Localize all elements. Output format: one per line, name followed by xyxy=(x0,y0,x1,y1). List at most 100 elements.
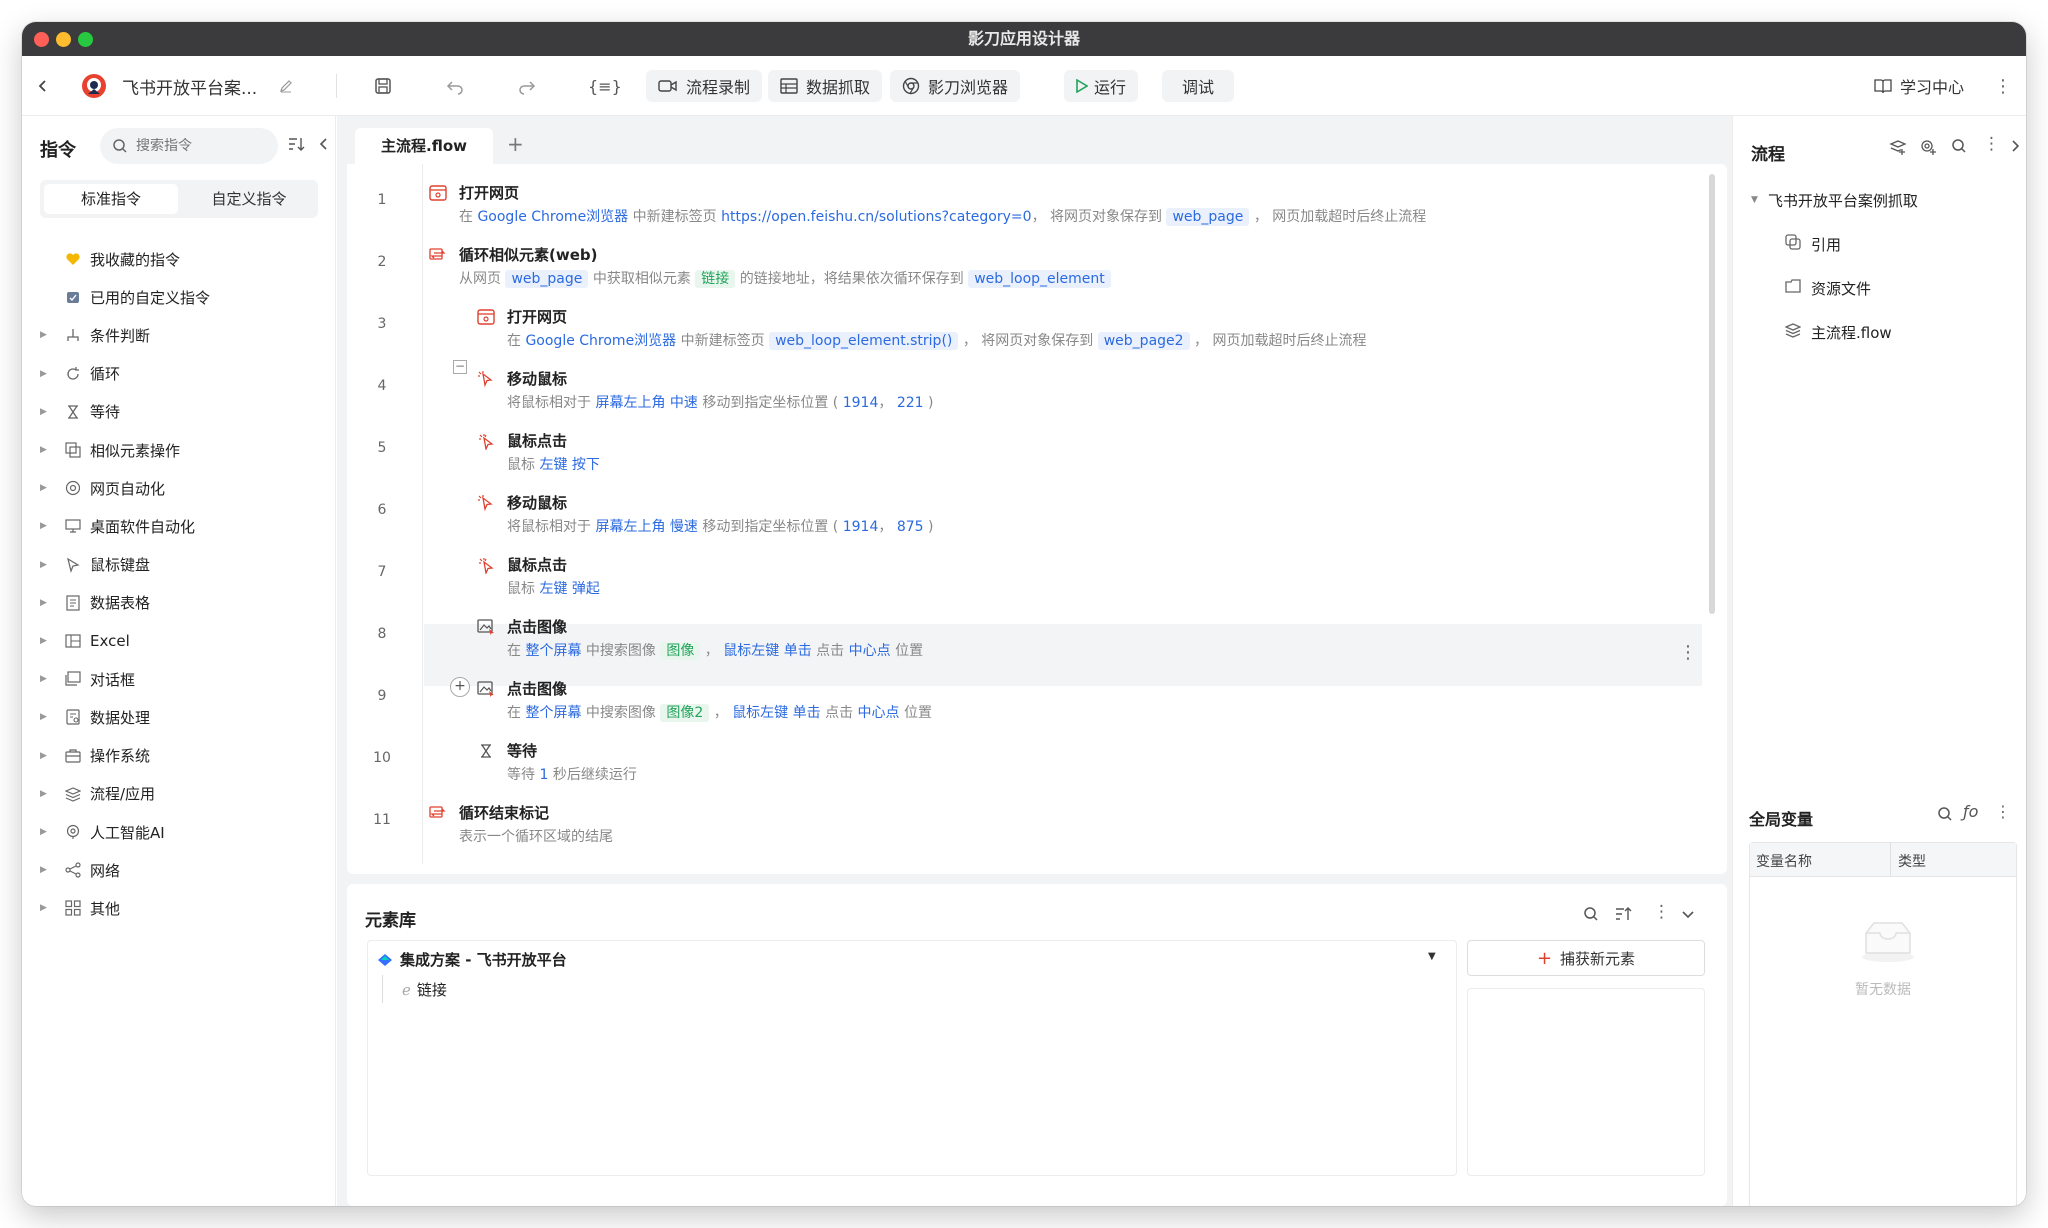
sidebar-item[interactable]: ▶ 数据处理 xyxy=(22,698,336,736)
code-view-button[interactable]: {≡} xyxy=(588,70,622,102)
capture-element-button[interactable]: + 捕获新元素 xyxy=(1467,940,1705,976)
expand-arrow-icon[interactable]: ▶ xyxy=(40,789,47,799)
add-resource-button[interactable] xyxy=(1919,138,1937,160)
flow-step[interactable]: 7 鼠标点击 鼠标 左键 弹起 xyxy=(347,544,1713,606)
sidebar-item[interactable]: ▶ 循环 xyxy=(22,355,336,393)
expand-arrow-icon[interactable]: ▶ xyxy=(40,674,47,684)
flow-step[interactable]: 6 移动鼠标 将鼠标相对于 屏幕左上角 慢速 移动到指定坐标位置 ( 1914， 8… xyxy=(347,482,1713,544)
element-sort-button[interactable] xyxy=(1615,906,1633,926)
expand-arrow-icon[interactable]: ▶ xyxy=(40,903,47,913)
flow-tree-item-resources[interactable]: 资源文件 xyxy=(1785,272,1871,304)
sidebar-item[interactable]: ▶ 对话框 xyxy=(22,660,336,698)
element-item-link[interactable]: ℯ 链接 xyxy=(402,979,447,1000)
desc-text: ， xyxy=(878,519,897,535)
sidebar-item[interactable]: ▶ 人工智能AI xyxy=(22,813,336,851)
flow-step[interactable]: 1 打开网页在 Google Chrome浏览器 中新建标签页 https://o… xyxy=(347,172,1713,234)
vars-search-button[interactable] xyxy=(1937,806,1953,826)
flow-step[interactable]: 4 移动鼠标 将鼠标相对于 屏幕左上角 中速 移动到指定坐标位置 ( 1914， 2… xyxy=(347,358,1713,420)
flow-tree-item-reference[interactable]: 引用 xyxy=(1785,228,1841,260)
sidebar-item[interactable]: ▶ 操作系统 xyxy=(22,737,336,775)
command-search[interactable] xyxy=(100,128,278,164)
sidebar-item[interactable]: ▶ 其他 xyxy=(22,889,336,927)
sidebar-item[interactable]: ▶ Excel xyxy=(22,622,336,660)
sidebar-item[interactable]: ▶ 数据表格 xyxy=(22,584,336,622)
expand-arrow-icon[interactable]: ▶ xyxy=(40,330,47,340)
learning-center-button[interactable]: 学习中心 xyxy=(1874,70,1964,102)
sidebar-item[interactable]: 我收藏的指令 xyxy=(22,240,336,278)
sidebar-item[interactable]: ▶ 网络 xyxy=(22,851,336,889)
param-keyword: 单击 xyxy=(792,705,821,721)
sidebar-item[interactable]: ▶ 条件判断 xyxy=(22,316,336,354)
browser-label: 影刀浏览器 xyxy=(928,78,1009,97)
flow-step[interactable]: 5 鼠标点击 鼠标 左键 按下 xyxy=(347,420,1713,482)
expand-arrow-icon[interactable]: ▶ xyxy=(40,560,47,570)
sidebar-item[interactable]: ▶ 桌面软件自动化 xyxy=(22,507,336,545)
expand-arrow-icon[interactable]: ▶ xyxy=(40,598,47,608)
expand-arrow-icon[interactable]: ▶ xyxy=(40,445,47,455)
record-button[interactable]: 流程录制 xyxy=(646,70,763,102)
add-variable-button[interactable]: ƒo xyxy=(1963,802,1978,821)
collapse-panel-button[interactable] xyxy=(1681,906,1695,925)
flow-step[interactable]: 2 循环相似元素(web) 从网页 web_page 中获取相似元素 链接 的链接地… xyxy=(347,234,1713,296)
sidebar-item-label: Excel xyxy=(90,632,130,650)
app-window: 影刀应用设计器 飞书开放平台案... {≡} 流程录制 数据抓取 影刀浏览器 运… xyxy=(22,22,2026,1206)
flow-more-button[interactable]: ⋮ xyxy=(1983,134,2000,154)
sidebar-item[interactable]: ▶ 流程/应用 xyxy=(22,775,336,813)
expand-arrow-icon[interactable]: ▶ xyxy=(40,712,47,722)
tab-standard-commands[interactable]: 标准指令 xyxy=(44,184,178,214)
sidebar-item[interactable]: ▶ 相似元素操作 xyxy=(22,431,336,469)
redo-button[interactable] xyxy=(518,70,536,102)
element-search-button[interactable] xyxy=(1583,906,1599,926)
table-icon xyxy=(64,594,82,612)
more-menu-button[interactable]: ⋮ xyxy=(1994,70,2012,102)
tab-custom-commands[interactable]: 自定义指令 xyxy=(182,184,316,214)
scrape-button[interactable]: 数据抓取 xyxy=(768,70,883,102)
element-more-button[interactable]: ⋮ xyxy=(1653,902,1670,922)
edit-name-button[interactable] xyxy=(278,70,294,102)
group-dropdown-icon[interactable]: ▼ xyxy=(1428,951,1436,962)
tab-main-flow[interactable]: 主流程.flow xyxy=(355,128,493,164)
desc-text: ， 将网页对象保存到 xyxy=(958,333,1098,349)
flow-editor: ⋮ − + 1 打开网页在 Google Chrome浏览器 中新建标签页 htt… xyxy=(347,164,1727,874)
expand-arrow-icon[interactable]: ▶ xyxy=(40,751,47,761)
flow-step[interactable]: 11 循环结束标记 表示一个循环区域的结尾 xyxy=(347,792,1713,854)
sidebar-item[interactable]: ▶ 鼠标键盘 xyxy=(22,546,336,584)
expand-arrow-icon[interactable]: ▶ xyxy=(40,521,47,531)
expand-arrow-icon[interactable]: ▶ xyxy=(40,636,47,646)
collapse-right-panel-button[interactable] xyxy=(2009,138,2021,157)
undo-button[interactable] xyxy=(446,70,464,102)
save-button[interactable] xyxy=(374,70,392,102)
zoom-window-button[interactable] xyxy=(78,32,93,47)
flow-tree-item-main-flow[interactable]: 主流程.flow xyxy=(1784,316,1892,348)
expand-arrow-icon[interactable]: ▶ xyxy=(40,483,47,493)
element-group[interactable]: 集成方案 - 飞书开放平台 xyxy=(376,949,567,970)
expand-arrow-icon[interactable]: ▶ xyxy=(40,865,47,875)
sort-button[interactable] xyxy=(288,136,306,156)
flow-step[interactable]: 9 点击图像在 整个屏幕 中搜索图像 图像2 ， 鼠标左键 单击 点击 中心点 位… xyxy=(347,668,1713,730)
command-search-input[interactable] xyxy=(136,138,256,154)
collapse-sidebar-button[interactable] xyxy=(318,136,330,155)
heart-icon xyxy=(64,250,82,268)
close-window-button[interactable] xyxy=(34,32,49,47)
minimize-window-button[interactable] xyxy=(56,32,71,47)
expand-arrow-icon[interactable]: ▶ xyxy=(40,407,47,417)
flow-search-button[interactable] xyxy=(1951,138,1967,158)
sidebar-item[interactable]: 已用的自定义指令 xyxy=(22,278,336,316)
flow-step[interactable]: 3 打开网页在 Google Chrome浏览器 中新建标签页 web_loop_… xyxy=(347,296,1713,358)
expand-arrow-icon[interactable]: ▶ xyxy=(40,369,47,379)
run-button[interactable]: 运行 xyxy=(1064,70,1139,102)
sidebar-item[interactable]: ▶ 网页自动化 xyxy=(22,469,336,507)
browser-button[interactable]: 影刀浏览器 xyxy=(890,70,1021,102)
debug-button[interactable]: 调试 xyxy=(1162,70,1235,102)
vars-more-button[interactable]: ⋮ xyxy=(1995,802,2011,821)
add-flow-button[interactable] xyxy=(1889,138,1907,160)
expand-arrow-icon[interactable]: ▶ xyxy=(40,827,47,837)
flow-step[interactable]: 10 等待 等待 1 秒后继续运行 xyxy=(347,730,1713,792)
back-button[interactable] xyxy=(36,70,50,102)
settings-add-icon xyxy=(1919,140,1937,160)
flow-step[interactable]: 8 点击图像在 整个屏幕 中搜索图像 图像 ， 鼠标左键 单击 点击 中心点 位置 xyxy=(347,606,1713,668)
reference-icon xyxy=(1785,234,1801,254)
flow-tree-root[interactable]: ▼ 飞书开放平台案例抓取 xyxy=(1751,184,1918,216)
add-tab-button[interactable]: + xyxy=(507,132,524,156)
sidebar-item[interactable]: ▶ 等待 xyxy=(22,393,336,431)
